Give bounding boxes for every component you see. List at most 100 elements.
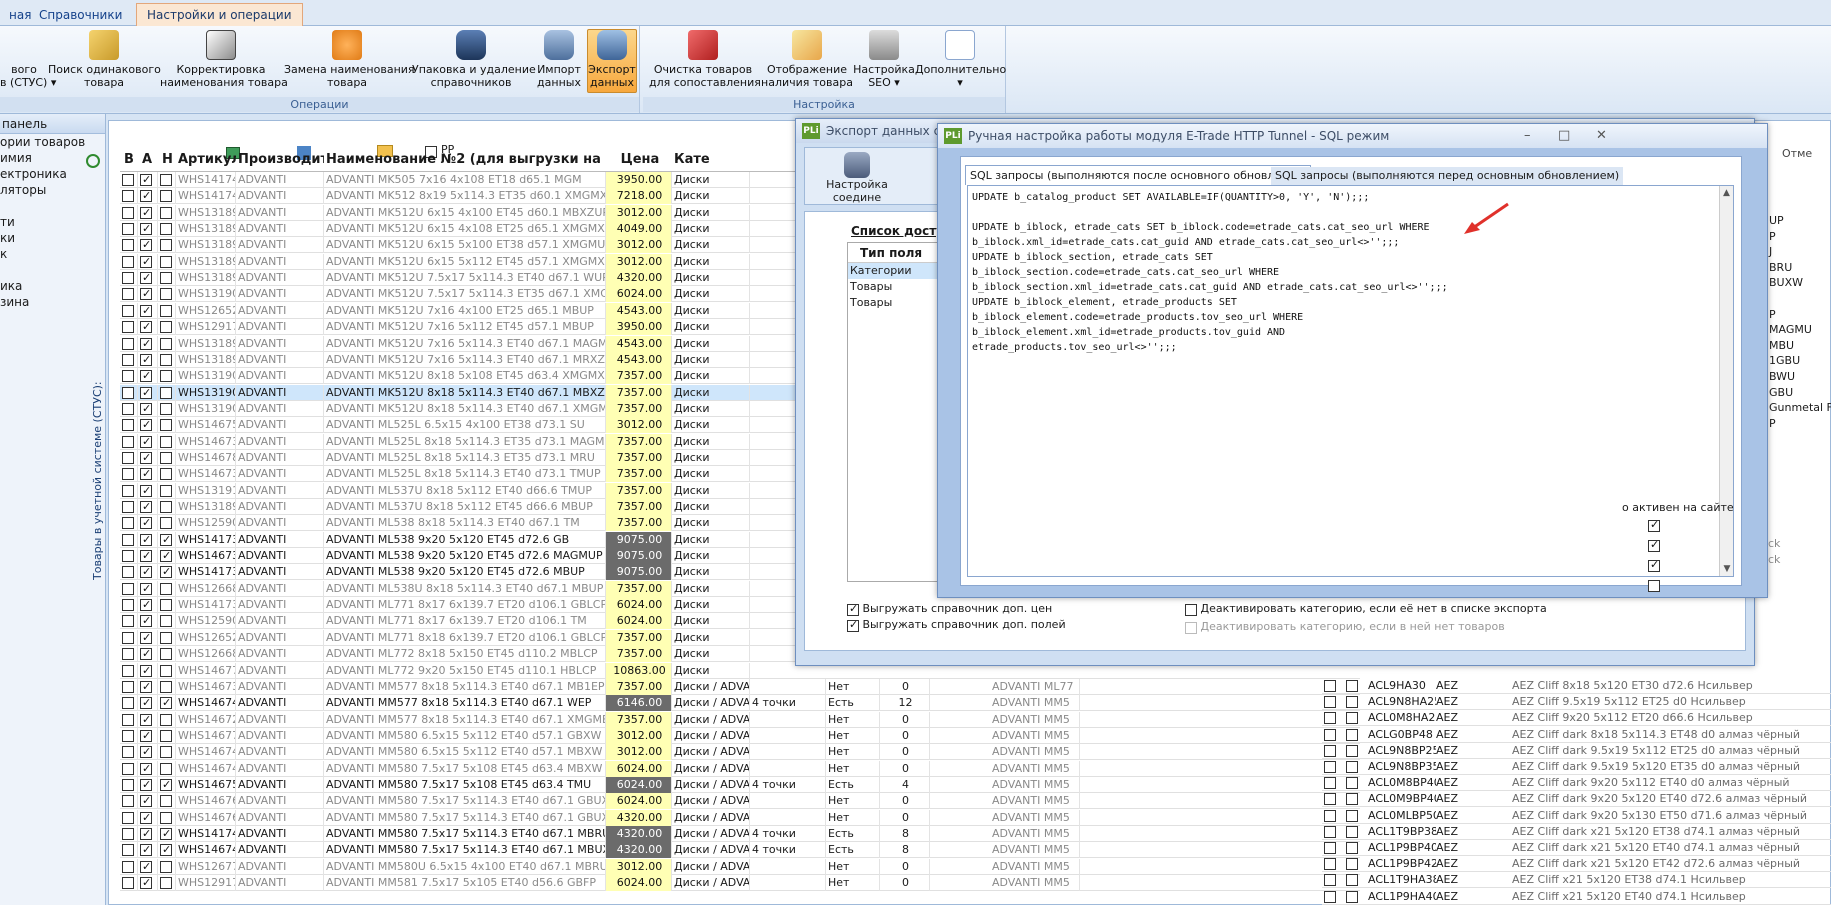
row-checkbox-n[interactable] [160,321,172,334]
row-checkbox-a[interactable] [140,548,152,563]
right-table-row[interactable]: ACL9N8BP25 AEZ AEZ Cliff dark 9.5x19 5x112… [1322,743,1831,759]
row-checkbox[interactable] [1346,728,1358,741]
row-checkbox-a[interactable] [140,368,152,383]
row-checkbox-a[interactable] [140,385,152,400]
row-checkbox-n[interactable] [160,680,172,693]
row-checkbox-a[interactable] [140,744,152,759]
row-checkbox[interactable] [1324,874,1336,887]
row-checkbox-b[interactable] [122,501,134,513]
row-checkbox-a[interactable] [140,499,152,514]
column-header[interactable]: Производитель [236,147,324,172]
row-checkbox-a[interactable] [140,237,152,252]
row-checkbox-b[interactable] [122,174,134,186]
row-checkbox[interactable] [1324,858,1336,871]
row-checkbox-a[interactable] [140,254,152,269]
active-on-site-checkbox[interactable] [1648,558,1660,572]
active-on-site-checkbox[interactable] [1648,518,1660,532]
table-row[interactable]: WHS146768ADVANTIADVANTI MM580 7.5x17 5x1… [120,793,1360,810]
row-checkbox-b[interactable] [122,517,134,530]
row-checkbox-n[interactable] [160,190,172,203]
row-checkbox-b[interactable] [122,206,134,219]
left-panel-item[interactable]: ти [0,214,105,230]
table-row[interactable]: WHS129172ADVANTIADVANTI MM581 7.5x17 5x1… [120,875,1360,892]
right-table-row[interactable]: ACL1T9HA38BAEZ AEZ Cliff x21 5x120 ET38 d… [1322,872,1831,889]
row-checkbox-n[interactable] [160,762,172,775]
correct-name-button[interactable]: Корректировка наименования товара [160,30,288,89]
row-checkbox-a[interactable] [140,859,152,874]
row-checkbox-n[interactable] [160,826,172,841]
sql-text[interactable]: UPDATE b_catalog_product SET AVAILABLE=I… [972,190,1448,355]
row-checkbox-n[interactable] [160,746,172,759]
row-checkbox-a[interactable] [140,221,152,236]
right-table-row[interactable]: ACL9N8HA25 AEZ AEZ Cliff 9.5x19 5x112 ET25… [1322,694,1831,711]
row-checkbox-a[interactable] [140,205,152,220]
row-checkbox-a[interactable] [140,270,152,285]
row-checkbox[interactable] [1324,696,1336,709]
row-checkbox[interactable] [1346,696,1358,709]
left-panel-item[interactable] [0,262,105,278]
additional-button[interactable]: Дополнительно ▾ [915,30,1006,89]
row-checkbox-a[interactable] [140,728,152,743]
table-row[interactable]: WHS146745ADVANTIADVANTI MM580 6.5x15 5x1… [120,744,1360,761]
row-checkbox-n[interactable] [160,795,172,808]
close-button[interactable]: ✕ [1596,124,1607,148]
left-panel-item[interactable] [0,198,105,214]
row-checkbox-n[interactable] [160,337,172,350]
table-row[interactable]: WHS146725ADVANTIADVANTI MM577 8x18 5x114… [120,711,1360,728]
right-table-row[interactable]: ACL1T9BP38BAEZ AEZ Cliff dark x21 5x120 E… [1322,824,1831,840]
row-checkbox-a[interactable] [140,319,152,334]
row-checkbox-b[interactable] [122,582,134,595]
clear-products-button[interactable]: Очистка товаров для сопоставления [649,30,761,89]
right-table-row[interactable]: ACL1P9BP40 AEZ AEZ Cliff dark x21 5x120 ET… [1322,840,1831,856]
sql-scrollbar[interactable]: ▲ ▼ [1719,186,1733,576]
row-checkbox-b[interactable] [122,877,134,890]
row-checkbox[interactable] [1346,680,1358,692]
row-checkbox-b[interactable] [122,615,134,628]
row-checkbox-b[interactable] [122,239,134,252]
row-checkbox[interactable] [1346,825,1358,838]
row-checkbox-a[interactable] [140,597,152,612]
row-checkbox-b[interactable] [122,255,134,268]
row-checkbox-n[interactable] [160,501,172,513]
row-checkbox-b[interactable] [122,402,134,415]
row-checkbox[interactable] [1324,842,1336,854]
row-checkbox-b[interactable] [122,484,134,497]
table-row[interactable]: WHS146749ADVANTIADVANTI MM577 8x18 5x114… [120,695,1360,712]
row-checkbox-a[interactable] [140,875,152,890]
row-checkbox-n[interactable] [160,713,172,726]
active-on-site-checkbox[interactable] [1648,580,1660,592]
show-availability-button[interactable]: Отображение наличия товара [761,30,853,89]
row-checkbox-b[interactable] [122,386,134,399]
right-table-row[interactable]: ACL0MLBP50 AEZ AEZ Cliff dark 9x20 5x130 E… [1322,808,1831,824]
row-checkbox-n[interactable] [160,599,172,612]
row-checkbox[interactable] [1346,712,1358,725]
column-header[interactable]: Артикул [176,147,236,172]
row-checkbox-n[interactable] [160,272,172,285]
row-checkbox-n[interactable] [160,419,172,432]
row-checkbox-b[interactable] [122,304,134,317]
row-checkbox-b[interactable] [122,419,134,432]
left-panel-item[interactable]: ляторы [0,182,105,198]
row-checkbox-b[interactable] [122,321,134,334]
row-checkbox-b[interactable] [122,337,134,350]
row-checkbox-b[interactable] [122,844,134,857]
row-checkbox-b[interactable] [122,223,134,236]
row-checkbox-b[interactable] [122,811,134,824]
right-table-row[interactable]: ACL0M8HA20 AEZ AEZ Cliff 9x20 5x112 ET20 d… [1322,710,1831,727]
row-checkbox[interactable] [1346,874,1358,887]
ribbon-btn-stus[interactable]: вого в (СТУС) ▾ [0,30,56,89]
row-checkbox-a[interactable] [140,352,152,367]
row-checkbox-n[interactable] [160,484,172,497]
row-checkbox-a[interactable] [140,842,152,857]
row-checkbox-n[interactable] [160,451,172,464]
left-panel-item[interactable]: ории товаров [0,134,105,150]
row-checkbox-a[interactable] [140,810,152,825]
export-option-checkbox[interactable] [847,602,859,616]
column-header[interactable]: В [122,147,140,172]
row-checkbox[interactable] [1324,809,1336,822]
row-checkbox[interactable] [1346,858,1358,871]
table-row[interactable]: WHS146756ADVANTIADVANTI MM580 7.5x17 5x1… [120,776,1360,793]
row-checkbox-a[interactable] [140,286,152,301]
row-checkbox-b[interactable] [122,648,134,661]
row-checkbox-b[interactable] [122,288,134,301]
